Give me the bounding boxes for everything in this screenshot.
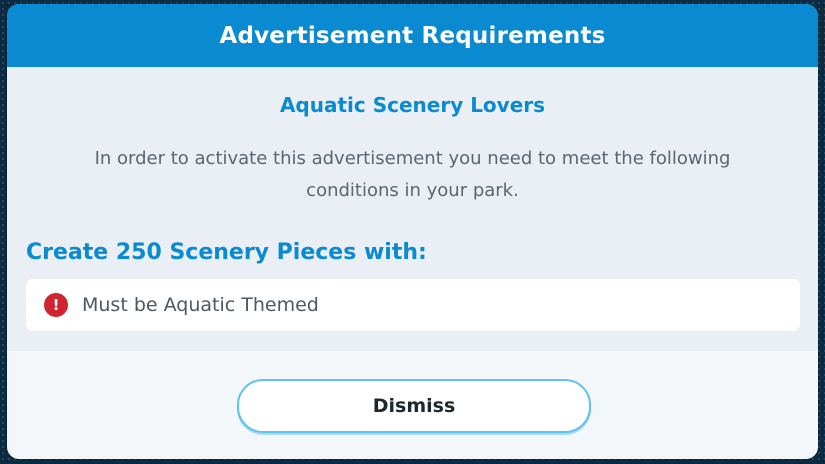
alert-icon: ! [44,293,68,317]
advertisement-requirements-dialog: Advertisement Requirements Aquatic Scene… [7,4,818,459]
condition-text: Must be Aquatic Themed [82,294,319,316]
condition-item: ! Must be Aquatic Themed [26,279,800,331]
dialog-title: Advertisement Requirements [7,4,818,67]
dialog-body: Aquatic Scenery Lovers In order to activ… [7,67,818,351]
dismiss-button[interactable]: Dismiss [237,379,591,433]
advertisement-name: Aquatic Scenery Lovers [279,93,546,117]
requirement-heading: Create 250 Scenery Pieces with: [26,240,427,265]
requirements-description: In order to activate this advertisement … [94,148,731,201]
